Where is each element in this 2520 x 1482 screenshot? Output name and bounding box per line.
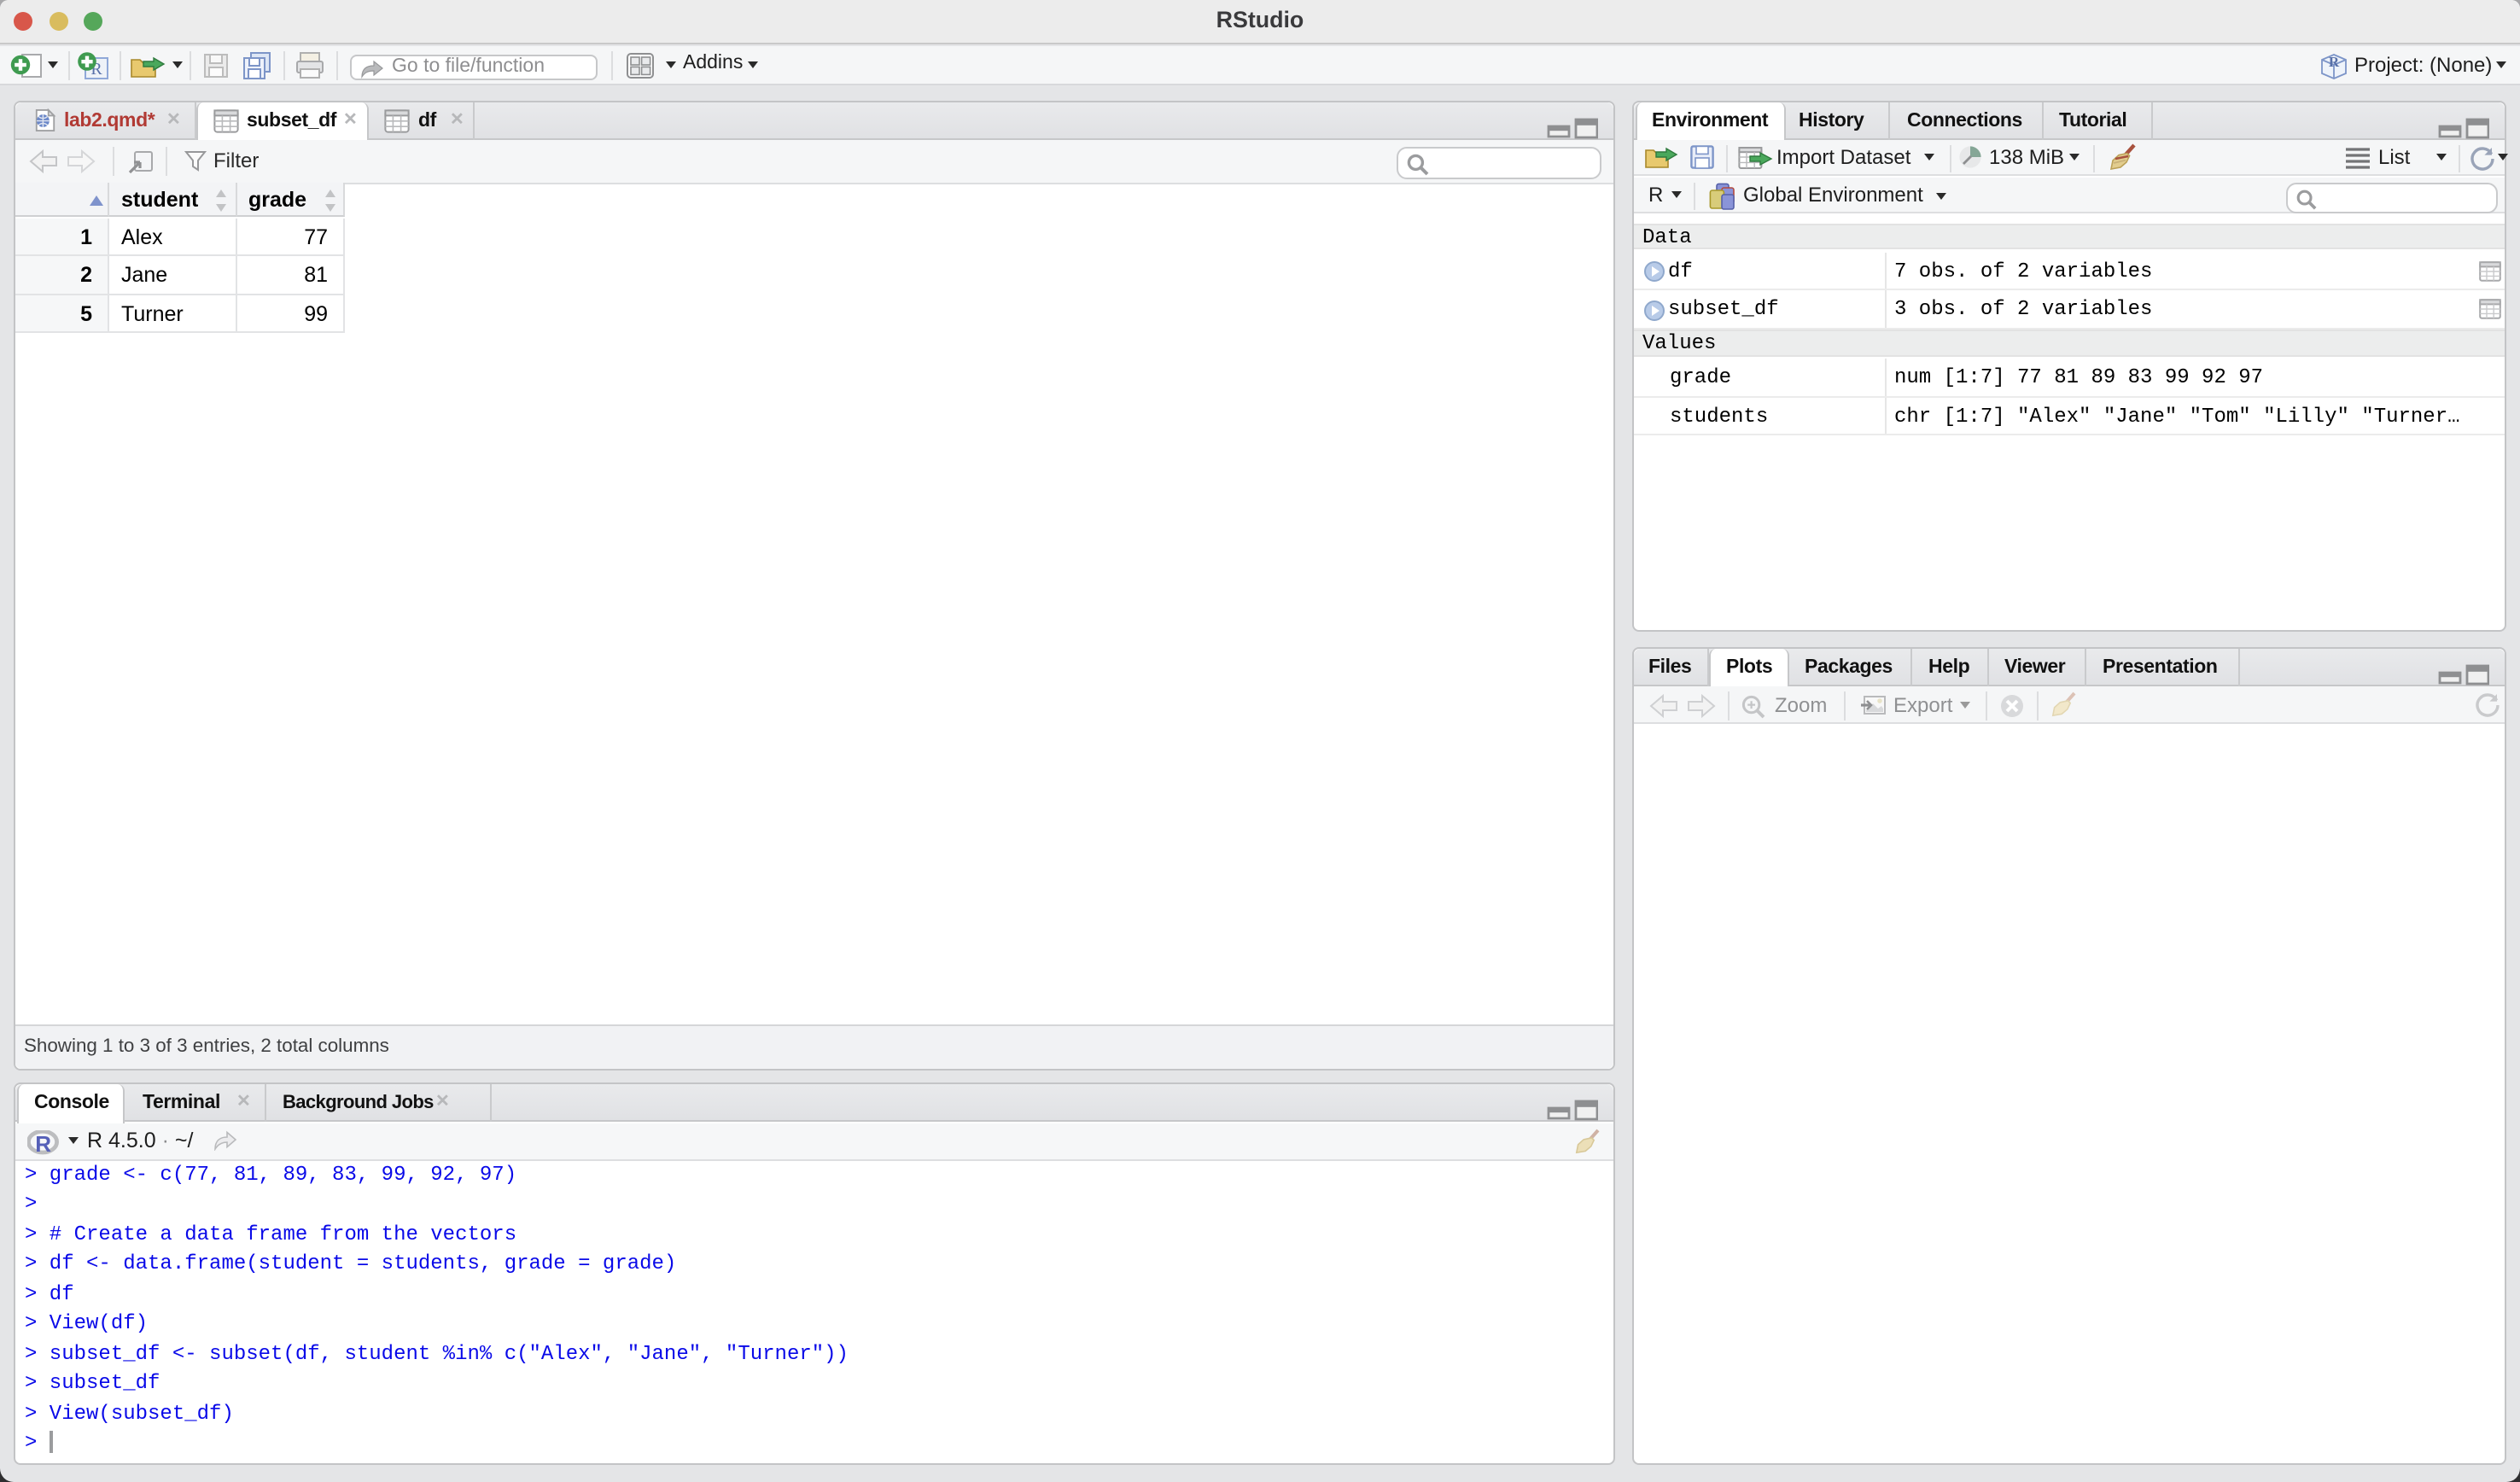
svg-text:R: R — [2329, 53, 2340, 69]
svg-text:R: R — [35, 1130, 51, 1155]
